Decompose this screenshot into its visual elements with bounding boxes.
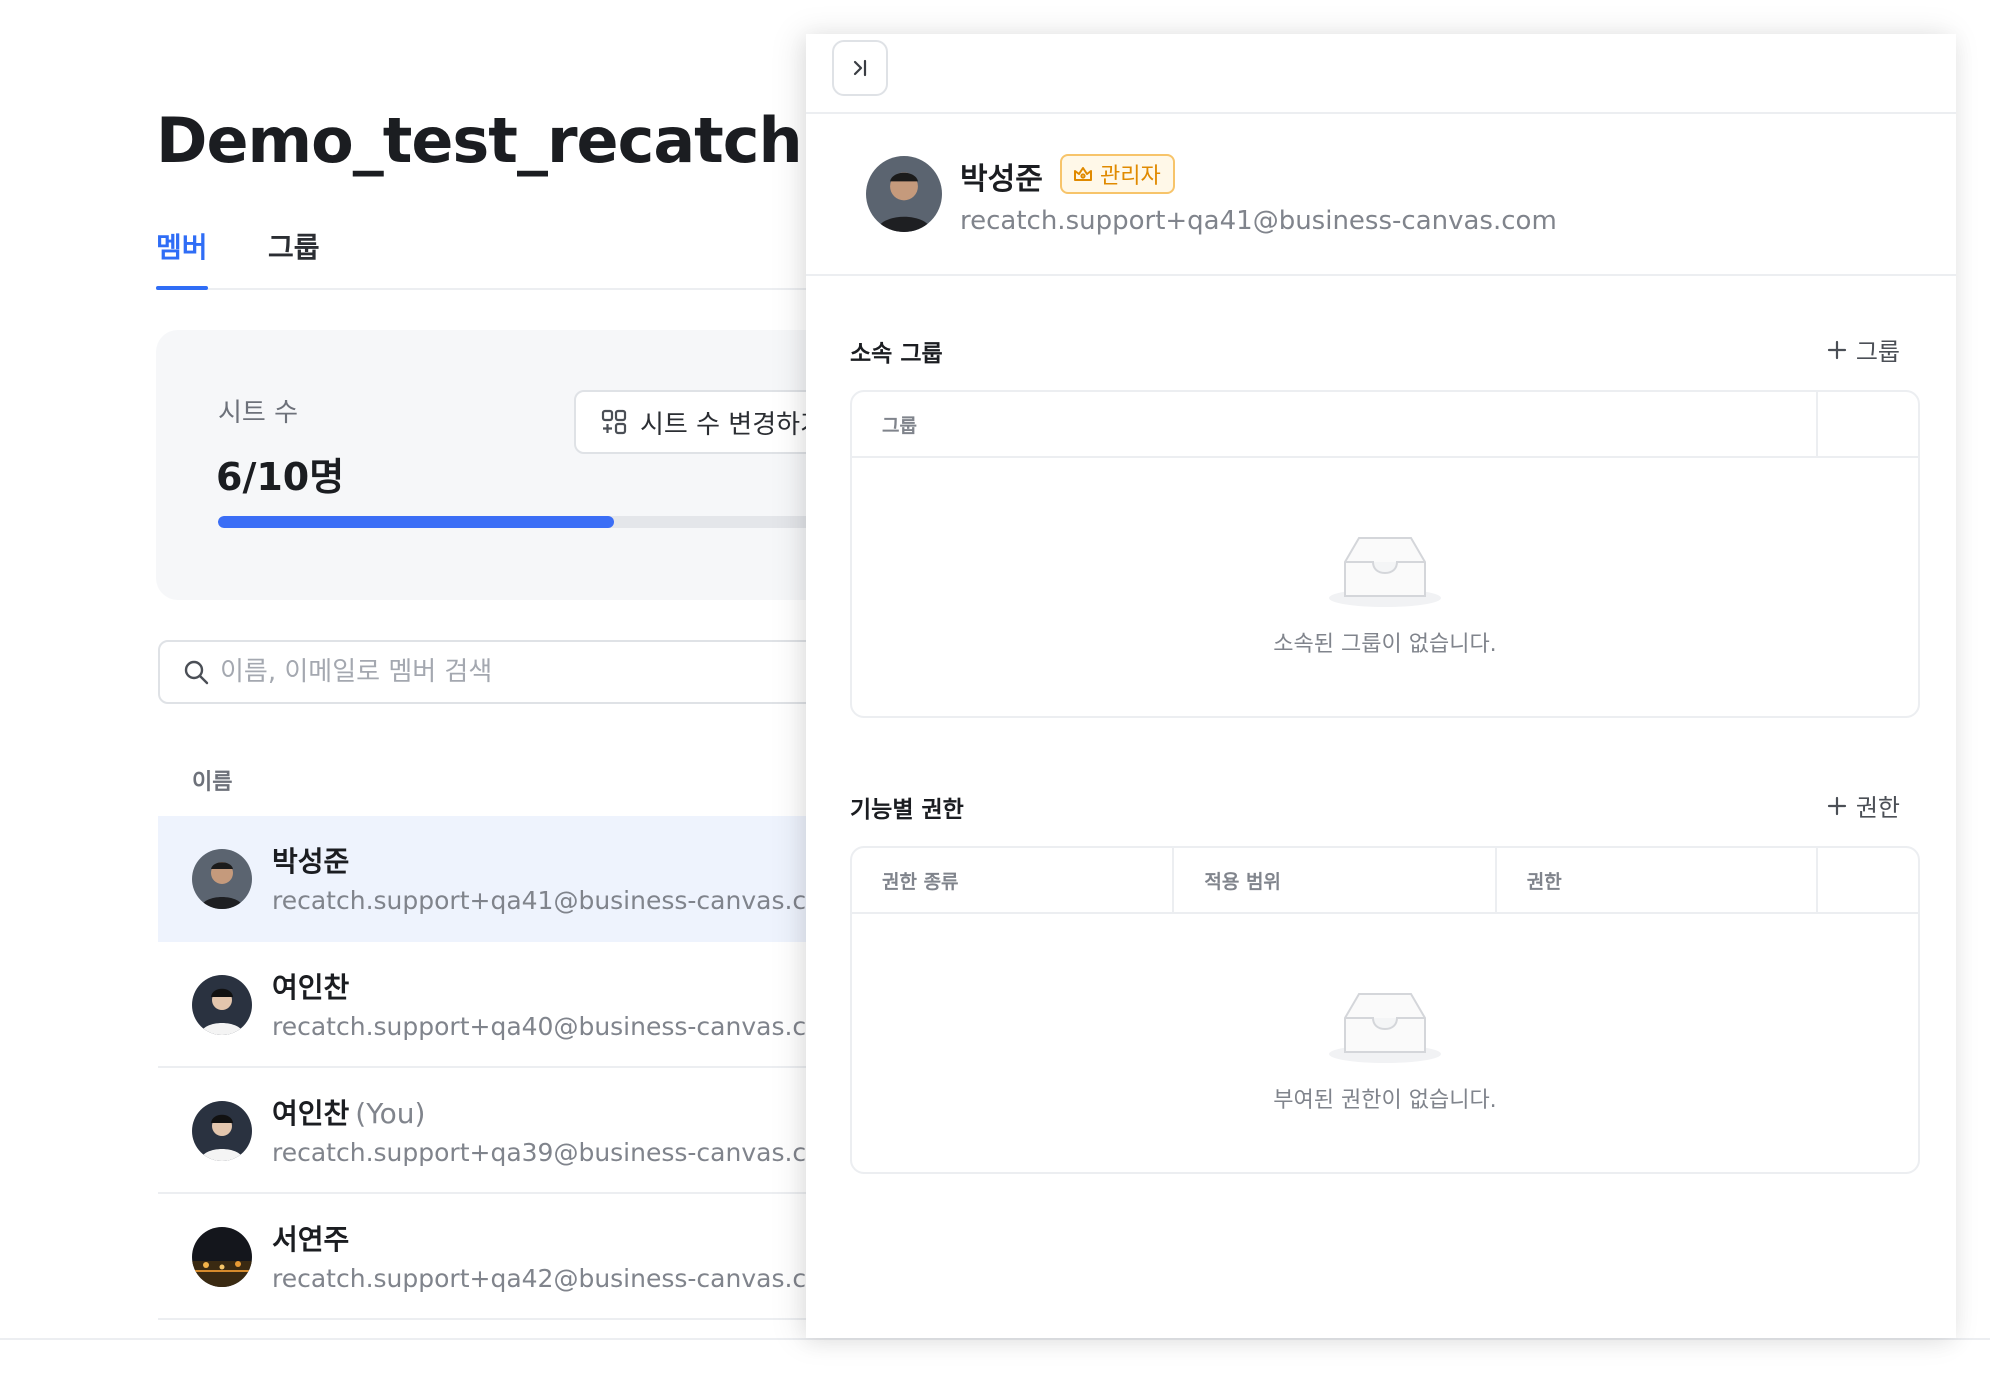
member-profile: 박성준 관리자 recatch.support+qa41@business-ca… — [806, 114, 1956, 276]
seat-progress-bar — [218, 516, 878, 528]
avatar — [866, 156, 942, 232]
permissions-empty-state: 부여된 권한이 없습니다. — [852, 988, 1918, 1114]
avatar — [192, 1227, 252, 1287]
crown-icon — [1074, 167, 1092, 181]
permissions-section-title: 기능별 권한 — [850, 797, 964, 823]
member-name: 여인찬 — [272, 971, 350, 1004]
member-email: recatch.support+qa42@business-canvas.com — [272, 1264, 846, 1293]
page-title: Demo_test_recatch — [156, 104, 803, 177]
member-list: 박성준 recatch.support+qa41@business-canvas… — [158, 816, 858, 1320]
groups-empty-state: 소속된 그룹이 없습니다. — [852, 532, 1918, 658]
profile-email: recatch.support+qa41@business-canvas.com — [960, 206, 1557, 236]
groups-table: 그룹 소속된 그룹이 없습니다. — [850, 390, 1920, 718]
empty-inbox-icon — [1329, 537, 1441, 607]
member-search[interactable] — [158, 640, 858, 704]
column-header-name: 이름 — [192, 770, 233, 795]
empty-inbox-icon — [1329, 993, 1441, 1063]
collapse-right-icon — [853, 59, 867, 77]
search-input[interactable] — [220, 657, 780, 687]
avatar — [192, 1101, 252, 1161]
column-header-group: 그룹 — [852, 392, 1819, 456]
column-header-permission-type: 권한 종류 — [852, 848, 1175, 912]
add-group-button[interactable]: 그룹 — [1826, 332, 1900, 367]
member-row[interactable]: 여인찬 recatch.support+qa40@business-canvas… — [158, 942, 858, 1068]
groups-empty-text: 소속된 그룹이 없습니다. — [1273, 632, 1497, 657]
avatar — [192, 975, 252, 1035]
column-header-actions — [1818, 848, 1918, 912]
member-name: 박성준 — [272, 845, 350, 878]
drawer-toolbar — [806, 34, 1956, 114]
seat-change-label: 시트 수 변경하기 — [640, 409, 824, 440]
add-permission-label: 권한 — [1855, 794, 1900, 822]
column-header-permission: 권한 — [1497, 848, 1819, 912]
permissions-empty-text: 부여된 권한이 없습니다. — [1273, 1088, 1497, 1113]
member-row[interactable]: 서연주 recatch.support+qa42@business-canvas… — [158, 1194, 858, 1320]
seat-label: 시트 수 — [218, 398, 299, 428]
search-icon — [184, 660, 209, 685]
profile-name: 박성준 — [960, 162, 1043, 197]
seat-card: 시트 수 6/10명 시트 수 변경하기 — [156, 330, 894, 600]
seat-progress-fill — [218, 516, 614, 528]
member-row[interactable]: 여인찬 (You) recatch.support+qa39@business-c… — [158, 1068, 858, 1194]
add-group-label: 그룹 — [1855, 338, 1900, 366]
collapse-drawer-button[interactable] — [832, 40, 888, 96]
member-name: 서연주 — [272, 1223, 350, 1256]
table-header: 그룹 — [852, 392, 1918, 458]
divider — [0, 1338, 1990, 1340]
table-header: 권한 종류 적용 범위 권한 — [852, 848, 1918, 914]
member-email: recatch.support+qa40@business-canvas.com — [272, 1012, 846, 1041]
tab-groups[interactable]: 그룹 — [268, 226, 320, 266]
avatar — [192, 849, 252, 909]
groups-section-title: 소속 그룹 — [850, 341, 943, 367]
tab-bar: 멤버 그룹 — [156, 220, 816, 290]
role-label: 관리자 — [1100, 164, 1161, 189]
member-email: recatch.support+qa41@business-canvas.com — [272, 886, 846, 915]
column-header-actions — [1818, 392, 1918, 456]
seat-grid-icon — [601, 409, 627, 435]
role-badge: 관리자 — [1060, 154, 1175, 194]
seat-value: 6/10명 — [216, 455, 345, 499]
column-header-scope: 적용 범위 — [1174, 848, 1497, 912]
member-email: recatch.support+qa39@business-canvas.com — [272, 1138, 846, 1167]
member-row[interactable]: 박성준 recatch.support+qa41@business-canvas… — [158, 816, 858, 942]
you-label: (You) — [355, 1097, 426, 1130]
tab-members[interactable]: 멤버 — [156, 226, 208, 290]
member-detail-drawer: 박성준 관리자 recatch.support+qa41@business-ca… — [806, 34, 1956, 1338]
permissions-table: 권한 종류 적용 범위 권한 부여된 권한이 없습니다. — [850, 846, 1920, 1174]
member-name: 여인찬 (You) — [272, 1097, 426, 1130]
plus-icon — [1827, 340, 1846, 359]
add-permission-button[interactable]: 권한 — [1826, 788, 1900, 823]
plus-icon — [1827, 796, 1846, 815]
